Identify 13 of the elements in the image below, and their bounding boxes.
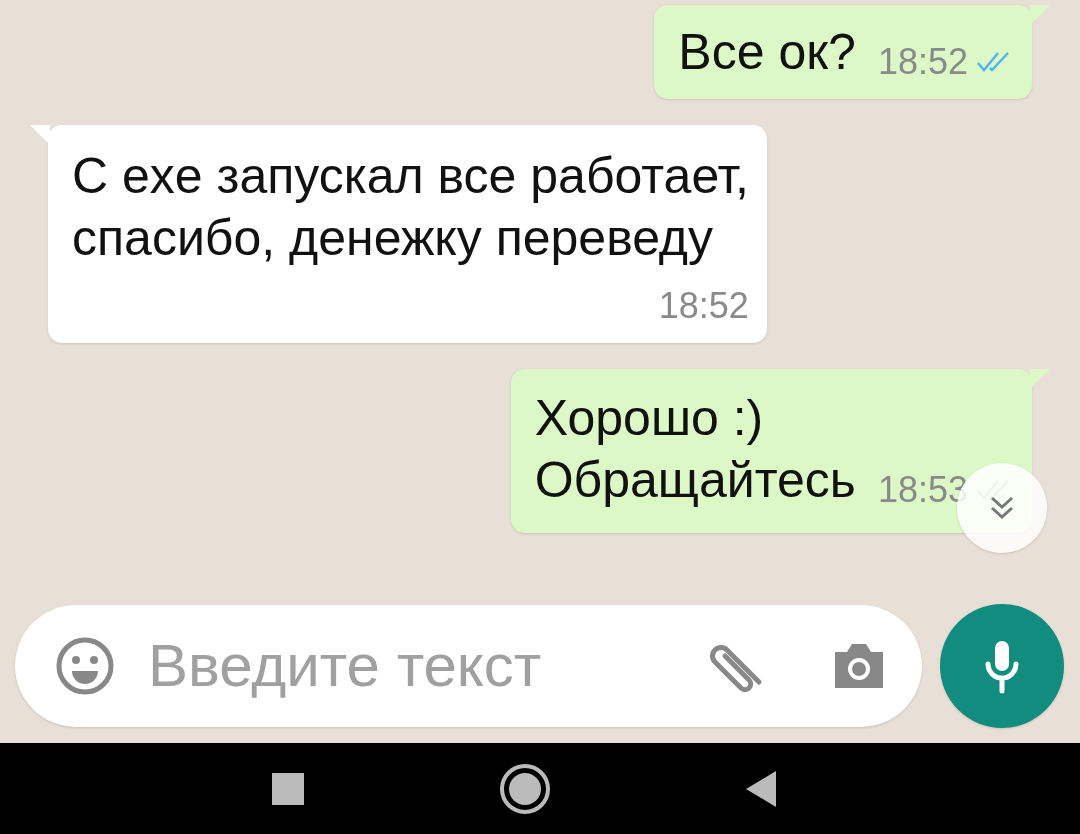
message-time: 18:52 [658, 284, 749, 328]
microphone-icon [984, 638, 1020, 694]
message-input-field[interactable]: Введите текст [148, 621, 707, 711]
message-composer-field[interactable]: Введите текст [15, 605, 922, 727]
message-time: 18:52 [877, 40, 968, 84]
message-time: 18:53 [877, 468, 968, 512]
message-text: Хорошо :) Обращайтесь [534, 389, 856, 510]
back-nav-icon[interactable] [746, 770, 778, 807]
home-nav-icon[interactable] [499, 762, 551, 815]
square-nav-icon[interactable] [272, 772, 304, 805]
emoji-icon[interactable] [55, 636, 115, 696]
message-text: Все ок? [678, 23, 856, 82]
message-text: С exe запускал все работает, спасибо, денежку переведу [72, 147, 749, 268]
